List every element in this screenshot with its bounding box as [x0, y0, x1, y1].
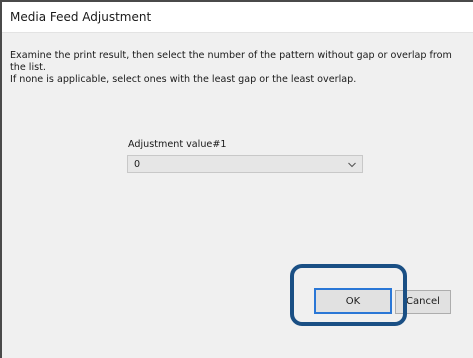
media-feed-adjustment-dialog: Media Feed Adjustment Examine the print …: [0, 0, 473, 358]
adjustment-selected-value: 0: [134, 159, 141, 170]
instruction-line-1: Examine the print result, then select th…: [10, 50, 452, 73]
adjustment-value-select[interactable]: 0: [127, 155, 363, 173]
chevron-down-icon: [348, 162, 356, 168]
ok-button-highlight: [290, 264, 407, 326]
adjustment-value-label: Adjustment value#1: [128, 139, 227, 150]
top-border: [0, 0, 473, 2]
instructions-text: Examine the print result, then select th…: [10, 50, 465, 86]
dialog-title: Media Feed Adjustment: [10, 10, 152, 24]
instruction-line-2: If none is applicable, select ones with …: [10, 74, 357, 85]
